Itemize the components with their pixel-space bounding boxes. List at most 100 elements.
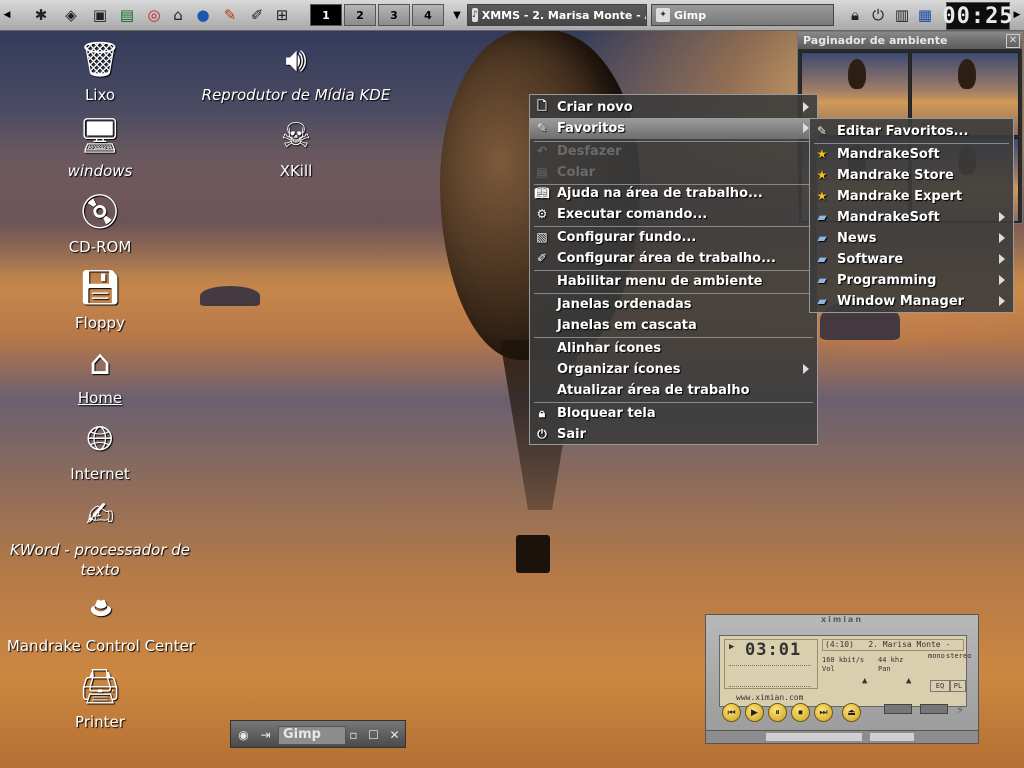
next-icon[interactable]: ⏭ (814, 703, 833, 722)
shuffle-toggle[interactable] (884, 704, 912, 714)
desktop-4-button[interactable]: 4 (412, 4, 444, 26)
menu-item-janelas-ordenadas[interactable]: Janelas ordenadas (530, 294, 817, 315)
task-gimp[interactable]: ✦ Gimp (651, 4, 834, 26)
menu-item-habilitar-menu[interactable]: Habilitar menu de ambiente (530, 271, 817, 292)
folder-icon: ▰ (817, 252, 827, 266)
fav-item-mandrake-store[interactable]: ★ Mandrake Store (810, 165, 1013, 186)
panel-clock[interactable]: 00:25 (942, 2, 1013, 30)
desktop-icon-media-player[interactable]: 🔊︎ Reprodutor de Mídia KDE (196, 37, 396, 105)
menu-item-bloquear-tela[interactable]: 🔒︎ Bloquear tela (530, 403, 817, 424)
lock-screen-icon[interactable]: 🔒︎ (844, 4, 866, 26)
desktop-icon-xkill[interactable]: ☠︎ XKill (256, 113, 336, 181)
desktop-icon-windows[interactable]: 🖥︎ windows (60, 113, 140, 181)
menu-item-alinhar-icones[interactable]: Alinhar ícones (530, 338, 817, 359)
task-xmms[interactable]: ♪ XMMS - 2. Marisa Monte - Ainda Bem (467, 4, 647, 26)
menu-item-label: Ajuda na área de trabalho... (557, 186, 763, 201)
fav-item-editar[interactable]: ✎ Editar Favoritos... (810, 121, 1013, 142)
menu-item-criar-novo[interactable]: 🗋︎ Criar novo (530, 97, 817, 118)
volume-up-arrow-icon[interactable]: ▲ (862, 676, 867, 686)
gimp-window-titlebar[interactable]: ◉ ⇥ Gimp ▫ ☐ ✕ (230, 720, 406, 748)
fav-folder-mandrakesoft[interactable]: ▰ MandrakeSoft (810, 207, 1013, 228)
home-icon: ⌂ (89, 343, 111, 383)
desktop-icon-control-center[interactable]: 🎩︎ Mandrake Control Center (2, 588, 200, 656)
menu-item-organizar-icones[interactable]: Organizar ícones (530, 359, 817, 380)
task-label: XMMS - 2. Marisa Monte - Ainda Bem (481, 8, 646, 22)
desktop-icon-label: Printer (75, 713, 125, 731)
pager-close-icon[interactable]: ✕ (1006, 34, 1020, 48)
volume-track[interactable] (870, 733, 914, 741)
menu-item-executar-comando[interactable]: ⚙︎ Executar comando... (530, 204, 817, 225)
pause-icon[interactable]: ⏸ (768, 703, 787, 722)
desktop-1-button[interactable]: 1 (310, 4, 342, 26)
xmms-track-title[interactable]: (4:10) 2. Marisa Monte - (822, 639, 964, 651)
menu-item-label: Favoritos (557, 121, 626, 136)
taskbar-menu-arrow-icon[interactable]: ▼ (451, 3, 463, 27)
panel-hide-right-icon[interactable]: ▶ (1012, 3, 1022, 27)
calendar-icon[interactable]: ▦ (914, 4, 936, 26)
minimize-icon[interactable]: ▫ (345, 726, 362, 743)
desktop-icon-cdrom[interactable]: 💿︎ CD-ROM (60, 189, 140, 257)
stop-icon[interactable]: ⏹ (791, 703, 810, 722)
xmms-player[interactable]: ximian ▶ 03:01 (4:10) 2. Marisa Monte - … (705, 614, 979, 744)
logout-power-icon[interactable]: ⏻ (867, 4, 889, 26)
office-icon[interactable]: ✎ (219, 4, 241, 26)
desktop-2-button[interactable]: 2 (344, 4, 376, 26)
balance-arrow-icon[interactable]: ▲ (906, 676, 911, 686)
menu-item-colar: ▤ Colar (530, 162, 817, 183)
seek-track[interactable] (766, 733, 862, 741)
desktop-icon-internet[interactable]: 🌐︎ Internet (60, 416, 140, 484)
menu-item-ajuda[interactable]: 📖︎ Ajuda na área de trabalho... (530, 183, 817, 204)
desktop-icon-kword[interactable]: ✍︎ KWord - processador de texto (2, 492, 198, 580)
submenu-arrow-icon (999, 275, 1005, 285)
menu-item-atualizar-area[interactable]: Atualizar área de trabalho (530, 380, 817, 401)
editor-icon[interactable]: ✐ (246, 4, 268, 26)
panel-hide-left-icon[interactable]: ◀ (2, 3, 12, 27)
fav-folder-news[interactable]: ▰ News (810, 228, 1013, 249)
menu-item-janelas-cascata[interactable]: Janelas em cascata (530, 315, 817, 336)
screen-config-icon[interactable]: ⊞ (271, 4, 293, 26)
show-desktop-icon[interactable]: ▣ (89, 4, 111, 26)
menu-item-label: Editar Favoritos... (837, 124, 969, 139)
fav-item-mandrake-expert[interactable]: ★ Mandrake Expert (810, 186, 1013, 207)
repeat-toggle[interactable] (920, 704, 948, 714)
desktop-icon-trash[interactable]: 🗑︎ Lixo (60, 37, 140, 105)
pl-toggle[interactable]: PL (950, 680, 966, 692)
background-icon: ▧ (536, 230, 548, 244)
previous-icon[interactable]: ⏮ (722, 703, 741, 722)
gimp-window-title: Gimp (278, 726, 346, 745)
kde-menu-icon[interactable]: ✱ (30, 4, 52, 26)
star-icon: ★ (816, 168, 828, 182)
window-menu-icon[interactable]: ◉ (235, 726, 252, 743)
xmms-seek-bar[interactable] (705, 730, 979, 744)
browser-globe-icon[interactable]: ● (192, 4, 214, 26)
menu-item-favoritos[interactable]: ✎ Favoritos (530, 118, 817, 139)
desktop-icon-label: KWord - processador de texto (9, 541, 191, 579)
window-list-icon[interactable]: ◈ (60, 4, 82, 26)
visualizer (729, 665, 811, 687)
desktop-icon-label: Internet (70, 465, 130, 483)
media-player-icon: 🔊︎ (285, 40, 307, 80)
menu-item-configurar-fundo[interactable]: ▧ Configurar fundo... (530, 227, 817, 248)
klipper-clipboard-icon[interactable]: ▥ (891, 4, 913, 26)
fav-folder-window-manager[interactable]: ▰ Window Manager (810, 291, 1013, 312)
close-icon[interactable]: ✕ (386, 726, 403, 743)
desktop-icon-printer[interactable]: 🖨︎ Printer (60, 664, 140, 732)
sticky-icon[interactable]: ⇥ (257, 726, 274, 743)
fav-item-mandrakesoft[interactable]: ★ MandrakeSoft (810, 144, 1013, 165)
eject-icon[interactable]: ⏏ (842, 703, 861, 722)
menu-item-sair[interactable]: ⏻ Sair (530, 424, 817, 445)
home-folder-icon[interactable]: ⌂ (167, 4, 189, 26)
terminal-icon[interactable]: ▤ (116, 4, 138, 26)
help-lifebuoy-icon[interactable]: ◎ (143, 4, 165, 26)
eq-toggle[interactable]: EQ (930, 680, 950, 692)
menu-item-configurar-area[interactable]: ✐ Configurar área de trabalho... (530, 248, 817, 269)
fav-folder-programming[interactable]: ▰ Programming (810, 270, 1013, 291)
desktop-icon-floppy[interactable]: 💾︎ Floppy (60, 265, 140, 333)
maximize-icon[interactable]: ☐ (365, 726, 382, 743)
menu-item-label: Configurar fundo... (557, 230, 697, 245)
desktop-icon-home[interactable]: ⌂ Home (60, 340, 140, 408)
fav-folder-software[interactable]: ▰ Software (810, 249, 1013, 270)
desktop-3-button[interactable]: 3 (378, 4, 410, 26)
play-icon[interactable]: ▶ (745, 703, 764, 722)
cdrom-icon: 💿︎ (78, 192, 122, 232)
